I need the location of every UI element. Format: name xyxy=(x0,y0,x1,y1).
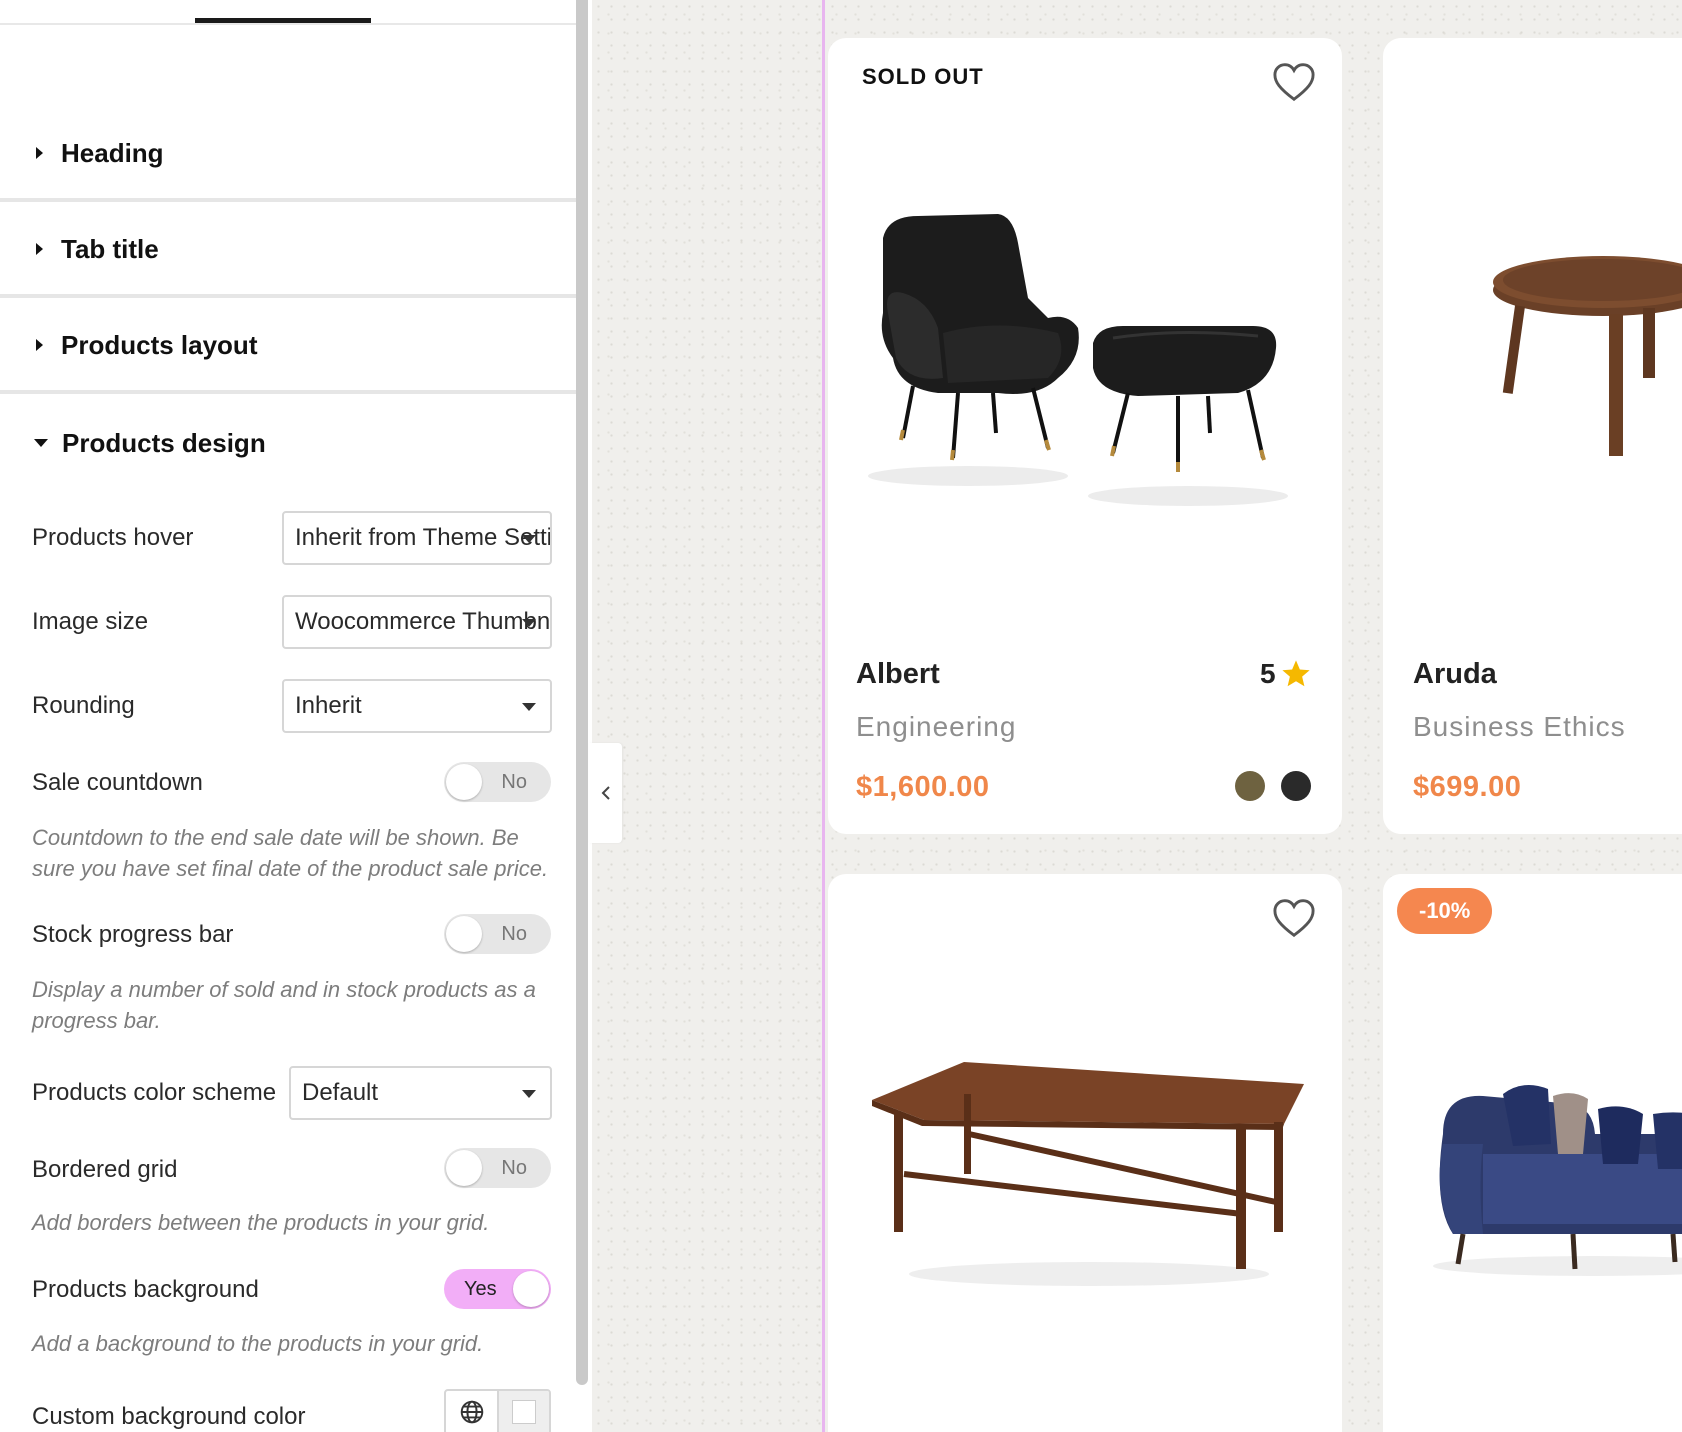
caret-right-icon xyxy=(36,243,43,255)
caret-down-icon xyxy=(34,439,48,447)
sale-badge: -10% xyxy=(1397,888,1493,934)
bordered-grid-toggle[interactable]: No xyxy=(444,1148,551,1188)
color-swatch[interactable] xyxy=(1235,771,1265,801)
chevron-down-icon xyxy=(522,703,536,711)
chevron-down-icon xyxy=(522,1090,536,1098)
products-hover-label: Products hover xyxy=(32,524,194,551)
image-size-select[interactable]: Woocommerce Thumbnail xyxy=(282,595,552,649)
product-price: $699.00 xyxy=(1413,771,1522,803)
product-card[interactable]: Aruda Business Ethics $699.00 xyxy=(1383,38,1682,834)
stock-progress-bar-help: Display a number of sold and in stock pr… xyxy=(32,977,536,1033)
toggle-knob xyxy=(446,764,482,800)
color-swatch[interactable] xyxy=(1281,771,1311,801)
editor-guide-line xyxy=(822,0,825,1432)
section-products-layout[interactable]: Products layout xyxy=(0,300,592,394)
section-products-design[interactable]: Products design xyxy=(0,396,592,490)
product-card[interactable] xyxy=(828,874,1342,1432)
product-category[interactable]: Engineering xyxy=(856,711,1016,743)
section-tab-title[interactable]: Tab title xyxy=(0,204,592,298)
sale-countdown-toggle[interactable]: No xyxy=(444,762,551,802)
product-rating: 5 xyxy=(1260,658,1313,690)
product-card[interactable]: -10% xyxy=(1383,874,1682,1432)
globe-icon[interactable] xyxy=(446,1391,499,1432)
collapse-panel-button[interactable] xyxy=(589,743,622,843)
section-tab-title-label: Tab title xyxy=(61,233,159,264)
image-size-label: Image size xyxy=(32,608,149,635)
product-card[interactable]: SOLD OUT Albert 5 Engineering $1,600.00 xyxy=(828,38,1342,834)
custom-background-color-label: Custom background color xyxy=(32,1403,306,1430)
toggle-state: No xyxy=(501,923,527,945)
product-name[interactable]: Albert xyxy=(856,658,940,691)
products-background-help: Add a background to the products in your… xyxy=(32,1331,484,1356)
toggle-knob xyxy=(513,1271,549,1307)
armchair-and-ottoman-image xyxy=(868,214,1288,506)
round-side-table-image xyxy=(1493,256,1682,456)
toggle-state: No xyxy=(501,1157,527,1179)
product-name[interactable]: Aruda xyxy=(1413,658,1497,691)
product-category[interactable]: Business Ethics xyxy=(1413,711,1626,743)
heart-icon[interactable] xyxy=(1272,898,1316,938)
chevron-left-icon xyxy=(601,786,610,800)
editor-panel: Heading Tab title Products layout Produc… xyxy=(0,0,592,1432)
toggle-state: No xyxy=(501,771,527,793)
tab-divider xyxy=(0,23,592,25)
products-background-label: Products background xyxy=(32,1276,259,1303)
toggle-state: Yes xyxy=(464,1278,497,1300)
stock-progress-bar-label: Stock progress bar xyxy=(32,921,234,948)
toggle-knob xyxy=(446,1150,482,1186)
panel-scrollbar[interactable] xyxy=(576,0,588,1385)
sale-countdown-label: Sale countdown xyxy=(32,769,203,796)
star-icon xyxy=(1281,660,1310,687)
product-price: $1,600.00 xyxy=(856,771,990,803)
products-hover-value: Inherit from Theme Settings xyxy=(295,524,550,551)
chevron-down-icon xyxy=(522,535,536,543)
color-swatch-button[interactable] xyxy=(499,1391,549,1432)
caret-right-icon xyxy=(36,147,43,159)
sale-countdown-help: Countdown to the end sale date will be s… xyxy=(32,825,549,881)
section-heading-label: Heading xyxy=(61,137,164,168)
chevron-down-icon xyxy=(522,619,536,627)
custom-background-color-control xyxy=(444,1389,551,1432)
products-color-scheme-value: Default xyxy=(302,1079,379,1106)
products-color-scheme-label: Products color scheme xyxy=(32,1079,277,1106)
rounding-label: Rounding xyxy=(32,692,135,719)
coffee-table-image xyxy=(872,1062,1304,1286)
products-hover-select[interactable]: Inherit from Theme Settings xyxy=(282,511,552,565)
image-size-value: Woocommerce Thumbnail xyxy=(295,608,550,635)
sofa-image xyxy=(1433,1085,1682,1276)
section-products-layout-label: Products layout xyxy=(61,329,258,360)
bordered-grid-label: Bordered grid xyxy=(32,1156,178,1183)
section-heading[interactable]: Heading xyxy=(0,108,592,202)
sold-out-badge: SOLD OUT xyxy=(862,64,984,89)
rating-value: 5 xyxy=(1260,658,1276,689)
rounding-select[interactable]: Inherit xyxy=(282,679,552,733)
toggle-knob xyxy=(446,916,482,952)
heart-icon[interactable] xyxy=(1272,62,1316,102)
section-products-design-label: Products design xyxy=(62,427,266,458)
stock-progress-bar-toggle[interactable]: No xyxy=(444,914,551,954)
rounding-value: Inherit xyxy=(295,692,362,719)
products-background-toggle[interactable]: Yes xyxy=(444,1269,551,1309)
products-color-scheme-select[interactable]: Default xyxy=(289,1066,552,1120)
caret-right-icon xyxy=(36,339,43,351)
bordered-grid-help: Add borders between the products in your… xyxy=(32,1210,490,1235)
